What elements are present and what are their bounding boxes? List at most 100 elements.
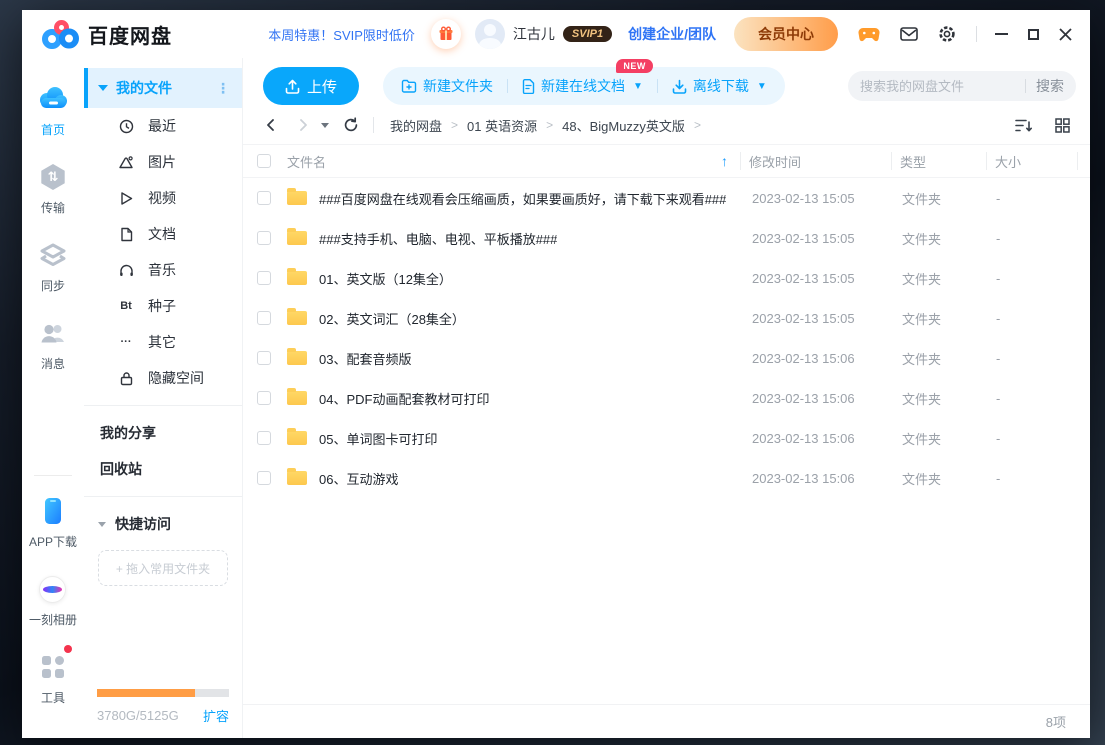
rail-item-home[interactable]: 首页 bbox=[35, 82, 71, 138]
file-name[interactable]: 05、单词图卡可打印 bbox=[319, 429, 437, 448]
sidebar-item-music[interactable]: 音乐 bbox=[84, 252, 242, 288]
table-row[interactable]: 03、配套音频版 2023-02-13 15:06 文件夹 - bbox=[243, 338, 1090, 378]
breadcrumb-item[interactable]: 我的网盘 bbox=[390, 116, 442, 135]
user-avatar[interactable] bbox=[475, 19, 505, 49]
expand-storage-link[interactable]: 扩容 bbox=[203, 706, 229, 725]
table-row[interactable]: 01、英文版（12集全） 2023-02-13 15:05 文件夹 - bbox=[243, 258, 1090, 298]
row-checkbox[interactable] bbox=[257, 391, 271, 405]
item-count: 8项 bbox=[1046, 712, 1066, 731]
mail-icon[interactable] bbox=[900, 27, 918, 41]
file-name[interactable]: 02、英文词汇（28集全） bbox=[319, 309, 465, 328]
rail-item-sync[interactable]: 同步 bbox=[39, 238, 67, 294]
svip-badge[interactable]: SVIP1 bbox=[563, 26, 612, 42]
close-button[interactable] bbox=[1059, 24, 1072, 44]
sidebar-item-my-share[interactable]: 我的分享 bbox=[84, 415, 242, 451]
table-row[interactable]: 04、PDF动画配套教材可打印 2023-02-13 15:06 文件夹 - bbox=[243, 378, 1090, 418]
forward-button[interactable] bbox=[295, 117, 311, 133]
rail-item-photo-album[interactable]: 一刻相册 bbox=[29, 572, 77, 628]
table-row[interactable]: 02、英文词汇（28集全） 2023-02-13 15:05 文件夹 - bbox=[243, 298, 1090, 338]
breadcrumb-item[interactable]: 48、BigMuzzy英文版 bbox=[562, 116, 685, 135]
file-size: - bbox=[988, 391, 1078, 406]
file-type: 文件夹 bbox=[894, 189, 988, 208]
breadcrumb-item[interactable]: 01 英语资源 bbox=[467, 116, 537, 135]
breadcrumb-bar: 我的网盘 > 01 英语资源 > 48、BigMuzzy英文版 > bbox=[243, 106, 1090, 144]
username[interactable]: 江古儿 bbox=[513, 24, 555, 44]
minimize-button[interactable] bbox=[995, 24, 1008, 44]
grid-view-icon[interactable] bbox=[1055, 118, 1070, 133]
file-name[interactable]: 06、互动游戏 bbox=[319, 469, 398, 488]
search-button[interactable]: 搜索 bbox=[1036, 76, 1064, 96]
rail-item-messages[interactable]: 消息 bbox=[39, 316, 67, 372]
upload-button[interactable]: 上传 bbox=[263, 67, 359, 105]
sort-asc-icon[interactable]: ↑ bbox=[721, 153, 728, 169]
storage-usage: 3780G/5125G bbox=[97, 708, 179, 723]
row-checkbox[interactable] bbox=[257, 471, 271, 485]
rail-item-app-download[interactable]: APP下载 bbox=[29, 494, 77, 550]
file-size: - bbox=[988, 351, 1078, 366]
sidebar-item-hidden-space[interactable]: 隐藏空间 bbox=[84, 360, 242, 396]
table-row[interactable]: ###支持手机、电脑、电视、平板播放### 2023-02-13 15:05 文… bbox=[243, 218, 1090, 258]
rail-item-transfer[interactable]: ⇅ 传输 bbox=[40, 160, 66, 216]
folder-icon bbox=[287, 311, 307, 325]
folder-icon bbox=[287, 191, 307, 205]
sidebar-item-documents[interactable]: 文档 bbox=[84, 216, 242, 252]
file-time: 2023-02-13 15:05 bbox=[744, 191, 894, 206]
row-checkbox[interactable] bbox=[257, 271, 271, 285]
column-header-type[interactable]: 类型 bbox=[892, 152, 986, 171]
sidebar-item-label: 视频 bbox=[148, 188, 176, 208]
select-all-checkbox[interactable] bbox=[257, 154, 271, 168]
file-name[interactable]: 04、PDF动画配套教材可打印 bbox=[319, 389, 489, 408]
storage-progress-bar[interactable] bbox=[97, 689, 229, 697]
drop-folder-hint[interactable]: + 拖入常用文件夹 bbox=[98, 550, 228, 586]
file-name[interactable]: 03、配套音频版 bbox=[319, 349, 411, 368]
sidebar-item-videos[interactable]: 视频 bbox=[84, 180, 242, 216]
app-title: 百度网盘 bbox=[88, 20, 172, 49]
file-name[interactable]: ###支持手机、电脑、电视、平板播放### bbox=[319, 229, 557, 248]
sidebar-item-my-files[interactable]: 我的文件 ⋮ bbox=[84, 68, 242, 108]
new-online-doc-button[interactable]: NEW 新建在线文档 ▼ bbox=[522, 76, 643, 96]
maximize-button[interactable] bbox=[1028, 24, 1039, 44]
folder-icon bbox=[287, 471, 307, 485]
create-team-link[interactable]: 创建企业/团队 bbox=[628, 24, 716, 44]
home-cloud-icon bbox=[35, 82, 71, 116]
sidebar-item-other[interactable]: ··· 其它 bbox=[84, 324, 242, 360]
settings-icon[interactable] bbox=[938, 25, 956, 43]
file-type: 文件夹 bbox=[894, 469, 988, 488]
sidebar-item-quick-access[interactable]: 快捷访问 bbox=[84, 506, 242, 542]
row-checkbox[interactable] bbox=[257, 311, 271, 325]
offline-download-button[interactable]: 离线下载 ▼ bbox=[672, 76, 767, 96]
column-header-name[interactable]: 文件名 bbox=[287, 152, 326, 171]
storage-progress-fill bbox=[97, 689, 195, 697]
file-name[interactable]: 01、英文版（12集全） bbox=[319, 269, 452, 288]
row-checkbox[interactable] bbox=[257, 431, 271, 445]
table-row[interactable]: 06、互动游戏 2023-02-13 15:06 文件夹 - bbox=[243, 458, 1090, 498]
file-time: 2023-02-13 15:05 bbox=[744, 271, 894, 286]
row-checkbox[interactable] bbox=[257, 231, 271, 245]
column-header-size[interactable]: 大小 bbox=[987, 152, 1077, 171]
sort-icon[interactable] bbox=[1015, 118, 1033, 133]
table-row[interactable]: ###百度网盘在线观看会压缩画质，如果要画质好，请下载下来观看### 2023-… bbox=[243, 178, 1090, 218]
sidebar-item-bt-seeds[interactable]: Bt 种子 bbox=[84, 288, 242, 324]
sidebar-item-pictures[interactable]: 图片 bbox=[84, 144, 242, 180]
table-row[interactable]: 05、单词图卡可打印 2023-02-13 15:06 文件夹 - bbox=[243, 418, 1090, 458]
sidebar-item-recent[interactable]: 最近 bbox=[84, 108, 242, 144]
file-name[interactable]: ###百度网盘在线观看会压缩画质，如果要画质好，请下载下来观看### bbox=[319, 189, 726, 208]
new-folder-button[interactable]: 新建文件夹 bbox=[401, 76, 493, 96]
main-panel: 上传 新建文件夹 NEW bbox=[243, 58, 1090, 738]
games-icon[interactable] bbox=[858, 27, 880, 42]
row-checkbox[interactable] bbox=[257, 191, 271, 205]
gift-icon[interactable] bbox=[431, 19, 461, 49]
member-center-button[interactable]: 会员中心 bbox=[734, 17, 838, 51]
back-button[interactable] bbox=[263, 117, 279, 133]
notification-dot bbox=[64, 645, 72, 653]
column-header-time[interactable]: 修改时间 bbox=[741, 152, 891, 171]
search-input[interactable] bbox=[860, 79, 1019, 94]
row-checkbox[interactable] bbox=[257, 351, 271, 365]
folder-icon bbox=[287, 271, 307, 285]
svip-promo-link[interactable]: 本周特惠！SVIP限时低价 bbox=[268, 25, 415, 44]
rail-item-tools[interactable]: 工具 bbox=[40, 650, 66, 706]
sidebar-item-recycle-bin[interactable]: 回收站 bbox=[84, 451, 242, 487]
refresh-button[interactable] bbox=[343, 117, 359, 133]
more-options-icon[interactable]: ⋮ bbox=[216, 80, 230, 97]
history-dropdown-icon[interactable] bbox=[321, 123, 329, 128]
